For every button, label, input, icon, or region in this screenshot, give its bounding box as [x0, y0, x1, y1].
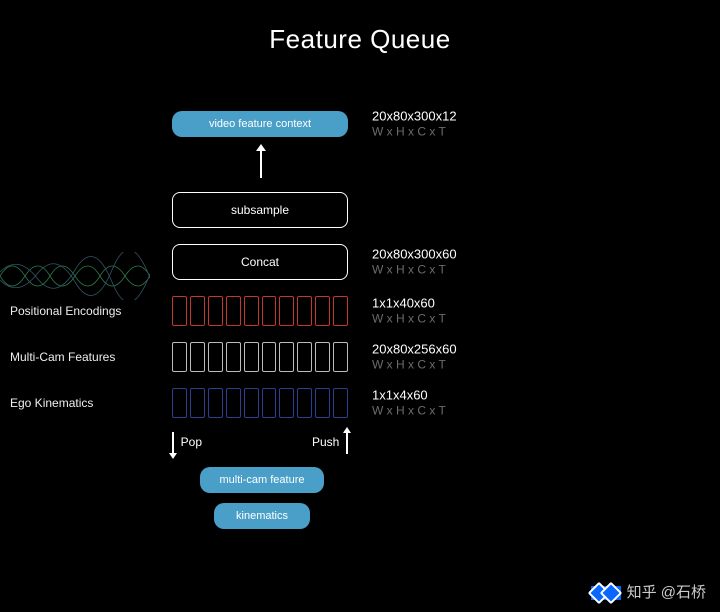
push-label: Push: [312, 435, 339, 449]
multicam-queue-icon: [172, 342, 348, 372]
positional-dims: 1x1x40x60 W x H x C x T: [372, 295, 446, 326]
ego-dims-value: 1x1x4x60: [372, 387, 446, 403]
input-kinematics-row: kinematics: [0, 498, 720, 534]
arrow-up-icon: [260, 150, 262, 178]
ego-queue-icon: [172, 388, 348, 418]
multicam-row: Multi-Cam Features 20x80x256x60 W x H x …: [0, 334, 720, 380]
positional-label: Positional Encodings: [10, 304, 150, 318]
pop-label: Pop: [181, 435, 202, 449]
concat-dims-format: W x H x C x T: [372, 263, 457, 278]
pop-push-row: Pop Push: [0, 426, 720, 462]
concat-dims-value: 20x80x300x60: [372, 246, 457, 262]
zhihu-logo-icon: [591, 586, 621, 600]
concat-row: Concat 20x80x300x60 W x H x C x T: [0, 236, 720, 288]
push-group: Push: [312, 432, 348, 454]
output-row: video feature context 20x80x300x12 W x H…: [0, 100, 720, 148]
subsample-node: subsample: [172, 192, 348, 228]
multicam-dims-value: 20x80x256x60: [372, 341, 457, 357]
video-feature-context-node: video feature context: [172, 111, 348, 137]
multicam-dims: 20x80x256x60 W x H x C x T: [372, 341, 457, 372]
ego-row: Ego Kinematics 1x1x4x60 W x H x C x T: [0, 380, 720, 426]
positional-dims-value: 1x1x40x60: [372, 295, 446, 311]
positional-row: Positional Encodings 1x1x40x60 W x H x C…: [0, 288, 720, 334]
arrow-output: [0, 148, 720, 184]
multicam-input-node: multi-cam feature: [200, 467, 324, 493]
page-title: Feature Queue: [0, 24, 720, 55]
ego-dims-format: W x H x C x T: [372, 404, 446, 419]
input-multicam-row: multi-cam feature: [0, 462, 720, 498]
concat-dims: 20x80x300x60 W x H x C x T: [372, 246, 457, 277]
multicam-dims-format: W x H x C x T: [372, 358, 457, 373]
output-dims-format: W x H x C x T: [372, 125, 457, 140]
concat-node: Concat: [172, 244, 348, 280]
ego-label: Ego Kinematics: [10, 396, 150, 410]
pop-group: Pop: [172, 432, 202, 454]
output-dims: 20x80x300x12 W x H x C x T: [372, 108, 457, 139]
watermark: 知乎 @石桥: [591, 581, 706, 602]
arrow-down-icon: [172, 432, 174, 454]
subsample-row: subsample: [0, 184, 720, 236]
arrow-up-icon: [346, 432, 348, 454]
kinematics-input-node: kinematics: [214, 503, 310, 529]
output-dims-value: 20x80x300x12: [372, 108, 457, 124]
watermark-text: 知乎 @石桥: [627, 584, 706, 601]
ego-dims: 1x1x4x60 W x H x C x T: [372, 387, 446, 418]
positional-queue-icon: [172, 296, 348, 326]
multicam-label: Multi-Cam Features: [10, 350, 150, 364]
positional-dims-format: W x H x C x T: [372, 312, 446, 327]
